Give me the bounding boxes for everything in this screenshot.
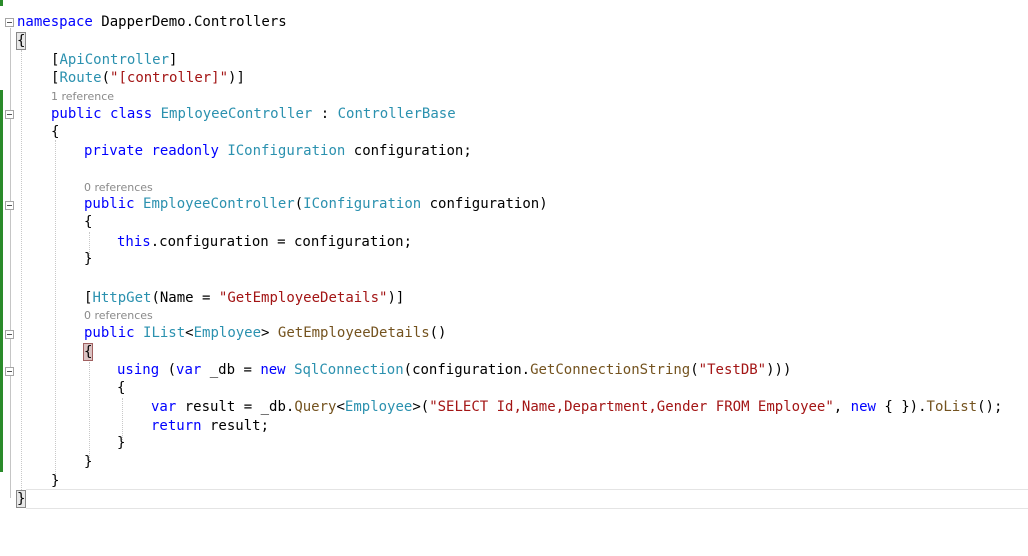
statement: .configuration = configuration; [150, 234, 413, 250]
field-name: configuration; [345, 143, 472, 159]
string-literal: "[controller]" [110, 70, 229, 86]
keyword: public [84, 325, 135, 341]
constructor-name: EmployeeController [143, 196, 295, 212]
keyword: this [117, 234, 151, 250]
method-name: Query [294, 399, 337, 415]
method-name: GetConnectionString [530, 362, 691, 378]
interface-name: IList [143, 325, 186, 341]
paren: () [429, 325, 447, 341]
paren: ))) [766, 362, 792, 378]
angle-bracket: > [261, 325, 278, 341]
anonymous-object: { }). [875, 399, 927, 415]
attribute-name: ApiController [59, 52, 170, 68]
class-name: EmployeeController [160, 106, 313, 122]
keyword: private [84, 143, 144, 159]
class-name: Employee [344, 399, 413, 415]
angle-bracket: < [185, 325, 194, 341]
brace: } [84, 454, 93, 470]
keyword: return [151, 418, 202, 434]
paren: ( [101, 70, 111, 86]
variable-decl: _db = [201, 362, 261, 378]
comma: , [833, 399, 851, 415]
codelens-references[interactable]: 1 reference [51, 90, 114, 104]
matched-brace: { [82, 343, 94, 361]
paren: ( [159, 362, 177, 378]
colon: : [312, 106, 338, 122]
keyword: using [117, 362, 160, 378]
text-cursor [25, 491, 27, 507]
code-editor[interactable]: namespace DapperDemo.Controllers { [ApiC… [0, 0, 1028, 556]
keyword: var [176, 362, 202, 378]
keyword: class [110, 106, 153, 122]
codelens-references[interactable]: 0 references [84, 181, 153, 195]
keyword: readonly [151, 143, 219, 159]
parameter-name: configuration) [421, 196, 548, 212]
method-name: ToList [926, 399, 978, 415]
attribute-name: Route [59, 70, 102, 86]
change-indicator-top [0, 0, 3, 6]
attribute-name: HttpGet [92, 290, 152, 306]
brace: } [117, 435, 126, 451]
variable-decl: result = _db. [176, 399, 295, 415]
brace: } [51, 473, 60, 489]
paren: >( [412, 399, 430, 415]
brace: } [84, 251, 93, 267]
argument: (configuration. [403, 362, 531, 378]
keyword: namespace [17, 14, 93, 30]
string-literal: "GetEmployeeDetails" [218, 290, 388, 306]
paren: )] [228, 70, 245, 86]
paren: ( [294, 196, 304, 212]
keyword: public [84, 196, 135, 212]
keyword: new [260, 362, 286, 378]
codelens-references[interactable]: 0 references [84, 309, 153, 323]
class-name: Employee [193, 325, 262, 341]
return-value: result; [201, 418, 270, 434]
keyword: new [850, 399, 876, 415]
base-class-name: ControllerBase [337, 106, 456, 122]
keyword: var [151, 399, 177, 415]
code-line[interactable]: private readonly IConfiguration configur… [0, 142, 1028, 196]
brace: } [15, 490, 27, 508]
paren: (); [977, 399, 1003, 415]
method-name: GetEmployeeDetails [277, 325, 430, 341]
code-line[interactable]: } [0, 490, 1028, 544]
brace: { [84, 214, 93, 230]
string-literal: "SELECT Id,Name,Department,Gender FROM E… [429, 399, 834, 415]
bracket: )] [387, 290, 405, 306]
namespace-name: DapperDemo.Controllers [92, 14, 287, 30]
interface-name: IConfiguration [227, 143, 346, 159]
class-name: SqlConnection [294, 362, 404, 378]
keyword: public [51, 106, 102, 122]
brace: { [51, 124, 60, 140]
bracket: ] [169, 52, 178, 68]
brace: { [117, 380, 126, 396]
attribute-args: (Name = [151, 290, 219, 306]
angle-bracket: < [336, 399, 345, 415]
string-literal: "TestDB" [698, 362, 767, 378]
interface-name: IConfiguration [303, 196, 422, 212]
paren: ( [690, 362, 699, 378]
brace: { [15, 32, 27, 50]
